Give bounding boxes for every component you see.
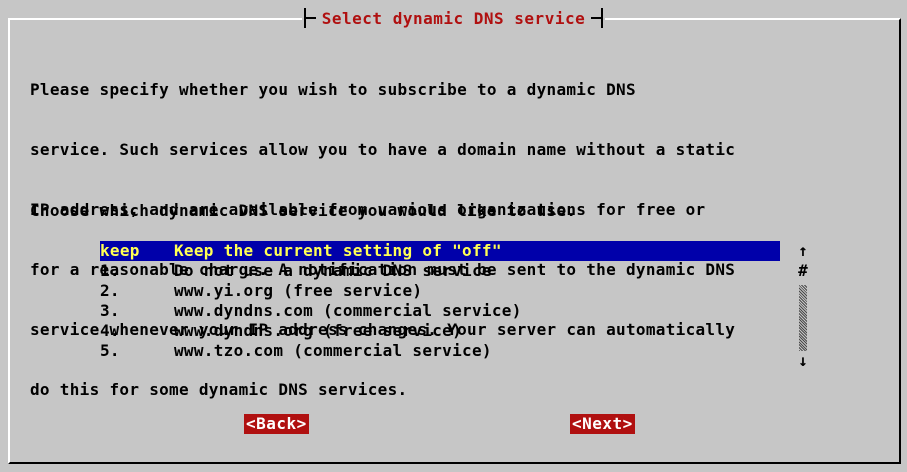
- dialog-title-box: Select dynamic DNS service: [301, 8, 606, 28]
- next-button[interactable]: <Next>: [570, 414, 635, 434]
- dns-service-dialog: Select dynamic DNS service Please specif…: [0, 0, 907, 472]
- scroll-down-arrow-icon[interactable]: ↓: [797, 353, 809, 369]
- list-scrollbar[interactable]: ↑ # ↓: [797, 243, 811, 369]
- scrollbar-track[interactable]: [799, 285, 807, 351]
- option-tag: 4.: [100, 321, 120, 340]
- description-line: service. Such services allow you to have…: [30, 140, 736, 159]
- description-line: do this for some dynamic DNS services.: [30, 380, 408, 399]
- option-tag: 2.: [100, 281, 120, 300]
- scroll-up-arrow-icon[interactable]: ↑: [797, 243, 809, 259]
- dialog-title: Select dynamic DNS service: [321, 8, 586, 28]
- dialog-prompt: Choose which dynamic DNS service you wou…: [30, 201, 577, 220]
- option-tag: 5.: [100, 341, 120, 360]
- dialog-description: Please specify whether you wish to subsc…: [30, 40, 890, 440]
- option-label: Do not use a dynamic DNS service: [174, 261, 492, 280]
- option-label: Keep the current setting of "off": [174, 241, 502, 260]
- description-line: Please specify whether you wish to subsc…: [30, 80, 636, 99]
- list-item-3[interactable]: 3. www.dyndns.com (commercial service): [100, 301, 805, 321]
- dialog-title-bar: Select dynamic DNS service: [0, 6, 907, 30]
- option-tag: keep: [100, 241, 140, 260]
- title-left-edge: [303, 8, 316, 28]
- list-item-keep[interactable]: keep Keep the current setting of "off": [100, 241, 780, 261]
- option-tag: 3.: [100, 301, 120, 320]
- back-button[interactable]: <Back>: [244, 414, 309, 434]
- scroll-position-indicator: #: [798, 261, 808, 280]
- list-item-1[interactable]: 1. Do not use a dynamic DNS service: [100, 261, 805, 281]
- option-label: www.yi.org (free service): [174, 281, 423, 300]
- title-right-edge: [591, 8, 604, 28]
- option-label: www.dyndns.org (free service): [174, 321, 463, 340]
- list-item-4[interactable]: 4. www.dyndns.org (free service): [100, 321, 805, 341]
- list-item-5[interactable]: 5. www.tzo.com (commercial service): [100, 341, 805, 361]
- service-options-list: keep Keep the current setting of "off" 1…: [100, 241, 805, 361]
- option-label: www.dyndns.com (commercial service): [174, 301, 522, 320]
- option-tag: 1.: [100, 261, 120, 280]
- option-label: www.tzo.com (commercial service): [174, 341, 492, 360]
- list-item-2[interactable]: 2. www.yi.org (free service): [100, 281, 805, 301]
